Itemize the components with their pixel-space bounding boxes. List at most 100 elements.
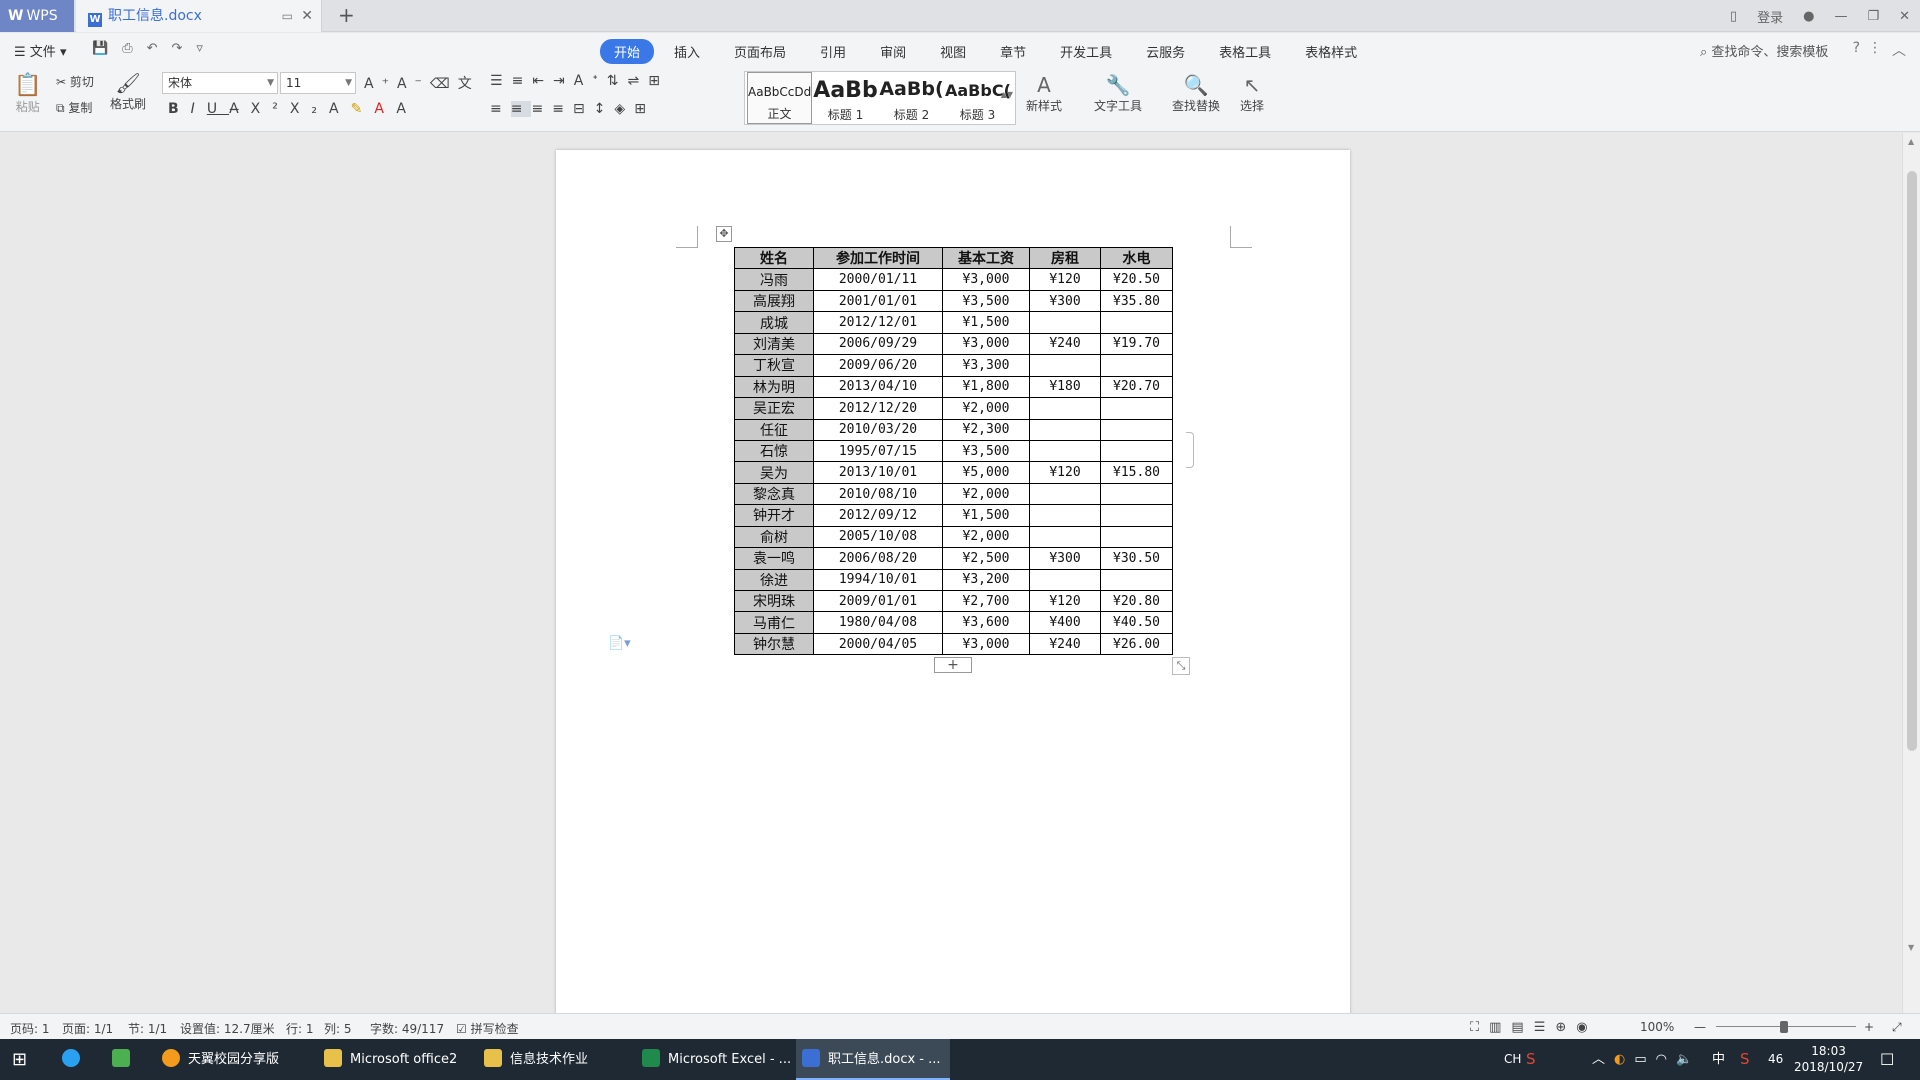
header-name[interactable]: 姓名 [734,246,814,270]
cell-name[interactable]: 刘清美 [734,332,814,356]
table-icon[interactable]: ⊞ [648,73,669,89]
cell-utilities[interactable] [1100,525,1173,549]
status-pages[interactable]: 页面: 1/1 [62,1020,113,1037]
notification-icon[interactable]: ☐ [1880,1039,1894,1080]
cell-start-date[interactable]: 2006/09/29 [813,332,943,356]
borders-icon[interactable]: ⊞ [634,101,655,117]
status-col[interactable]: 列: 5 [324,1020,352,1037]
text-direction-icon[interactable]: Aᐩ [574,73,607,89]
taskbar-item-excel[interactable]: Microsoft Excel - ... [638,1039,791,1080]
header-salary[interactable]: 基本工资 [942,246,1030,270]
more-icon[interactable]: ⋮ [1868,40,1882,56]
login-link[interactable]: 登录 [1757,7,1783,26]
cell-salary[interactable]: ¥3,500 [942,439,1030,463]
browser-taskbar-icon[interactable] [62,1039,88,1080]
cell-rent[interactable] [1029,482,1101,506]
tab-cloud[interactable]: 云服务 [1132,39,1199,64]
cell-name[interactable]: 钟尔慧 [734,632,814,656]
cell-rent[interactable] [1029,525,1101,549]
save-icon[interactable]: 💾 [92,41,108,56]
cell-utilities[interactable] [1100,504,1173,527]
font-color-icon[interactable]: A [374,101,396,117]
print-icon[interactable]: ⎙ [122,41,132,56]
cell-salary[interactable]: ¥3,200 [942,568,1030,592]
cell-utilities[interactable]: ¥35.80 [1100,289,1173,313]
char-shading-icon[interactable]: A [396,101,418,117]
undo-icon[interactable]: ↶ [147,41,158,56]
show-marks-icon[interactable]: ⇌ [628,73,649,89]
copy-button[interactable]: ⧉ 复制 [56,99,92,116]
header-rent[interactable]: 房租 [1029,246,1101,270]
cell-salary[interactable]: ¥3,000 [942,332,1030,356]
cell-utilities[interactable] [1100,439,1173,463]
phonetic-icon[interactable]: 文 [458,76,480,92]
table-resize-icon[interactable]: ⤡ [1172,657,1190,675]
read-mode-icon[interactable]: ▥ [1489,1020,1511,1035]
cell-name[interactable]: 黎念真 [734,482,814,506]
cell-start-date[interactable]: 1980/04/08 [813,611,943,634]
select-button[interactable]: ↖ 选择 [1240,73,1264,114]
cell-start-date[interactable]: 2012/12/01 [813,311,943,334]
align-left-icon[interactable]: ≡ [490,101,511,117]
restore-icon[interactable]: ❐ [1867,9,1879,24]
cell-start-date[interactable]: 1994/10/01 [813,568,943,592]
cell-start-date[interactable]: 2013/04/10 [813,375,943,399]
employee-table[interactable]: 姓名 参加工作时间 基本工资 房租 水电 冯雨 2000/01/11 ¥3,000 ¥… [734,246,1173,656]
subscript-icon[interactable]: X₂ [290,101,329,117]
battery-icon[interactable]: ▭ [1634,1052,1655,1067]
spellcheck-toggle[interactable]: ☑ 拼写检查 [456,1020,519,1037]
taskbar-item-office-folder[interactable]: Microsoft office2 [320,1039,470,1080]
cell-salary[interactable]: ¥5,000 [942,461,1030,484]
cell-start-date[interactable]: 2000/01/11 [813,268,943,291]
cell-salary[interactable]: ¥2,000 [942,525,1030,549]
tab-insert[interactable]: 插入 [660,39,714,64]
scroll-down-icon[interactable]: ▼ [1908,943,1914,952]
cell-name[interactable]: 成城 [734,311,814,334]
cell-name[interactable]: 马甫仁 [734,611,814,634]
cell-utilities[interactable] [1100,354,1173,377]
tianyi-tray-icon[interactable]: ◐ [1614,1052,1634,1067]
wps-app-tab[interactable]: W WPS [0,0,74,32]
wifi-icon[interactable]: ◠ [1656,1052,1676,1067]
command-search[interactable]: ⌕ 查找命令、搜索模板 [1700,41,1828,60]
cell-salary[interactable]: ¥3,600 [942,611,1030,634]
cell-rent[interactable]: ¥120 [1029,589,1101,613]
justify-icon[interactable]: ≡ [552,101,573,117]
add-column-handle[interactable] [1186,432,1194,468]
increase-indent-icon[interactable]: ⇥ [553,73,574,89]
cell-utilities[interactable] [1100,418,1173,441]
cell-name[interactable]: 吴为 [734,461,814,484]
cell-salary[interactable]: ¥1,500 [942,311,1030,334]
cell-rent[interactable]: ¥180 [1029,375,1101,399]
cell-start-date[interactable]: 2005/10/08 [813,525,943,549]
cell-name[interactable]: 宋明珠 [734,589,814,613]
cell-name[interactable]: 石惊 [734,439,814,463]
cell-name[interactable]: 俞树 [734,525,814,549]
status-words[interactable]: 字数: 49/117 [370,1020,444,1037]
screen-icon[interactable]: ▭ [282,0,293,32]
table-move-handle[interactable]: ✥ [716,226,732,242]
cell-rent[interactable]: ¥300 [1029,289,1101,313]
layout-icon[interactable]: ▯ [1730,9,1737,24]
fit-page-icon[interactable]: ⤢ [1892,1020,1902,1035]
cell-name[interactable]: 钟开才 [734,504,814,527]
font-size-select[interactable]: 11 ▼ [280,72,356,94]
cell-rent[interactable] [1029,439,1101,463]
align-right-icon[interactable]: ≡ [531,101,552,117]
line-spacing-icon[interactable]: ↕ [594,101,615,117]
cell-utilities[interactable] [1100,482,1173,506]
cell-name[interactable]: 丁秋宣 [734,354,814,377]
cell-salary[interactable]: ¥2,000 [942,482,1030,506]
sogou-tray-icon[interactable]: S [1740,1039,1750,1080]
cell-name[interactable]: 高展翔 [734,289,814,313]
zoom-out-icon[interactable]: — [1694,1020,1706,1034]
close-window-icon[interactable]: ✕ [1899,9,1910,24]
cell-start-date[interactable]: 2010/08/10 [813,482,943,506]
superscript-icon[interactable]: X² [251,101,290,117]
start-button[interactable]: ⊞ [12,1039,27,1080]
status-setting[interactable]: 设置值: 12.7厘米 [180,1020,275,1037]
cell-utilities[interactable]: ¥15.80 [1100,461,1173,484]
eraser-icon[interactable]: ⌫ [430,76,458,92]
numbered-list-icon[interactable]: ≡ [512,73,533,89]
strikethrough-icon[interactable]: A̶ [229,101,251,117]
